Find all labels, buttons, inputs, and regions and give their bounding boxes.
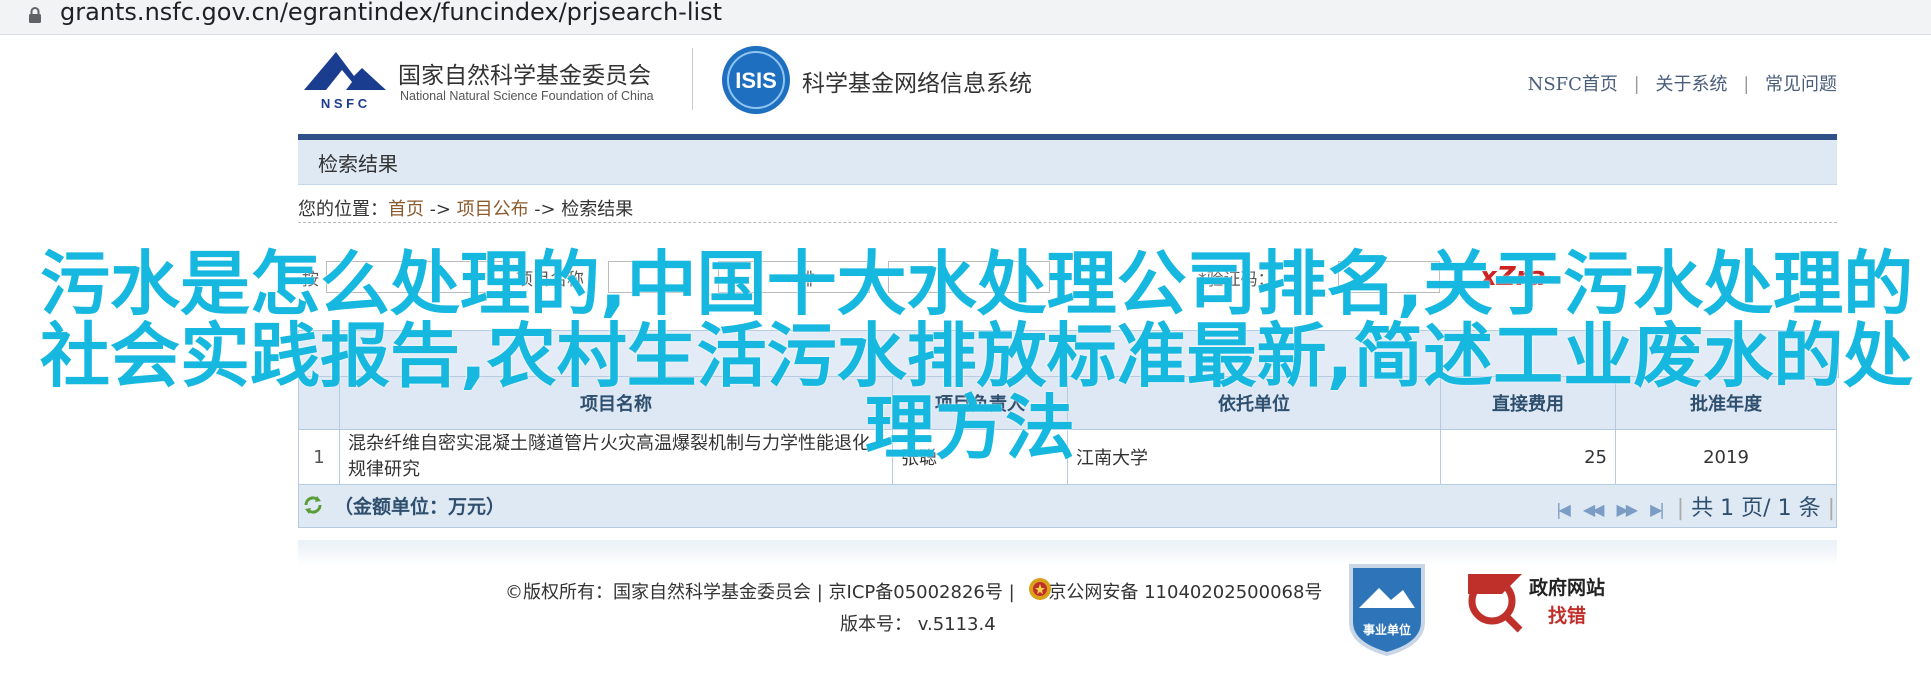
last-page-icon[interactable]: ▶| xyxy=(1650,500,1665,519)
police-badge-icon xyxy=(1029,578,1051,600)
breadcrumb-sep: -> xyxy=(429,199,451,220)
isis-logo-text: ISIS xyxy=(735,68,777,93)
link-about[interactable]: 关于系统 xyxy=(1655,74,1727,95)
breadcrumb-home[interactable]: 首页 xyxy=(388,199,424,220)
breadcrumb-prefix: 您的位置： xyxy=(298,199,388,220)
breadcrumb-current: 检索结果 xyxy=(561,199,634,220)
section-header xyxy=(298,140,1837,185)
gov-site-error-badge[interactable]: 政府网站 找错 xyxy=(1462,566,1612,636)
overlay-line-3: 理方法 xyxy=(865,387,1075,469)
overlay-line-1: 污水是怎么处理的,中国十大水处理公司排名,关于污水处理的 xyxy=(40,243,1914,325)
copyright-text: ©版权所有：国家自然科学基金委员会 | 京ICP备05002826号 | xyxy=(505,582,1021,603)
overlay-headline: 污水是怎么处理的,中国十大水处理公司排名,关于污水处理的 社会实践报告,农村生活… xyxy=(40,243,1914,469)
page-count: 共 1 页/ 1 条 xyxy=(1691,496,1821,521)
org-name-cn: 国家自然科学基金委员会 xyxy=(398,63,651,89)
breadcrumb: 您的位置：首页 -> 项目公布 -> 检索结果 xyxy=(298,195,633,221)
amount-unit-note: （金额单位：万元） xyxy=(334,496,506,518)
separator: | xyxy=(1827,496,1835,521)
public-institution-badge[interactable]: 事业单位 xyxy=(1345,560,1429,656)
badge-unit-text: 事业单位 xyxy=(1363,622,1411,637)
org-name-en: National Natural Science Foundation of C… xyxy=(400,89,654,103)
separator: | xyxy=(1633,74,1640,95)
breadcrumb-sep: -> xyxy=(534,199,556,220)
copyright: ©版权所有：国家自然科学基金委员会 | 京ICP备05002826号 | 京公网… xyxy=(505,578,1322,604)
system-name: 科学基金网络信息系统 xyxy=(802,71,1032,97)
separator: | xyxy=(1676,496,1685,521)
header-divider xyxy=(692,48,693,110)
gov-site-line1: 政府网站 xyxy=(1529,576,1605,599)
police-record[interactable]: 京公网安备 11040202500068号 xyxy=(1048,582,1322,603)
url-text[interactable]: grants.nsfc.gov.cn/egrantindex/funcindex… xyxy=(60,0,722,28)
version: 版本号： v.5113.4 xyxy=(840,614,996,635)
overlay-line-2: 社会实践报告,农村生活污水排放标准最新,简述工业废水的处 xyxy=(40,315,1914,397)
pager: |◀ ◀◀ ▶▶ ▶| | 共 1 页/ 1 条 | xyxy=(1556,490,1835,522)
refresh-icon[interactable] xyxy=(302,494,324,516)
separator: | xyxy=(1743,74,1750,95)
gov-site-line2: 找错 xyxy=(1548,604,1586,627)
address-bar[interactable]: grants.nsfc.gov.cn/egrantindex/funcindex… xyxy=(0,0,1931,35)
link-faq[interactable]: 常见问题 xyxy=(1765,74,1837,95)
nsfc-logo: N S F C xyxy=(304,52,386,111)
isis-logo: ISIS xyxy=(722,46,790,114)
breadcrumb-project[interactable]: 项目公布 xyxy=(457,199,529,220)
section-title: 检索结果 xyxy=(318,152,398,176)
next-page-icon[interactable]: ▶▶ xyxy=(1616,500,1638,519)
link-nsfc-home[interactable]: NSFC首页 xyxy=(1528,74,1618,95)
top-links: NSFC首页 | 关于系统 | 常见问题 xyxy=(1528,70,1837,96)
divider xyxy=(298,222,1837,223)
footer-shade xyxy=(298,540,1837,566)
nsfc-logo-text: N S F C xyxy=(321,96,368,111)
lock-icon xyxy=(29,7,41,23)
prev-page-icon[interactable]: ◀◀ xyxy=(1583,500,1605,519)
first-page-icon[interactable]: |◀ xyxy=(1556,500,1571,519)
